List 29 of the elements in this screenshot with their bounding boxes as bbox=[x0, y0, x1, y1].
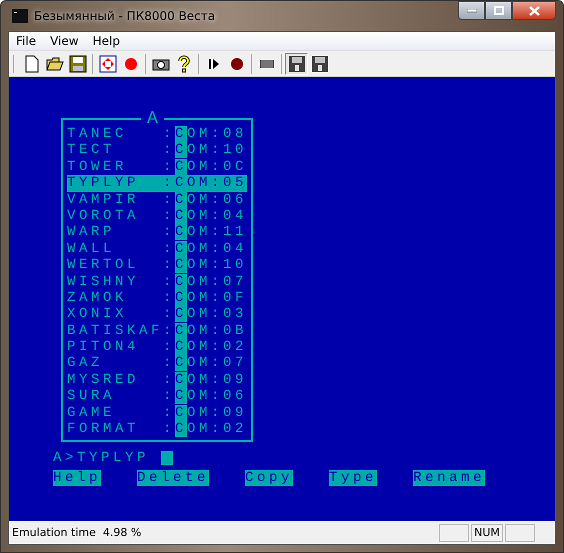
function-key[interactable]: Rename bbox=[413, 470, 486, 486]
menu-item[interactable]: File bbox=[9, 34, 44, 48]
function-key[interactable]: Copy bbox=[245, 470, 294, 486]
status-text: Emulation time 4.98 % bbox=[12, 526, 142, 539]
close-icon bbox=[528, 6, 540, 16]
toolbar-button[interactable] bbox=[285, 52, 308, 74]
command-prompt: A>TYPLYP bbox=[53, 450, 150, 467]
menu-item[interactable]: View bbox=[43, 34, 86, 48]
close-button[interactable] bbox=[512, 1, 556, 20]
minimize-icon bbox=[466, 8, 476, 12]
window-title: Безымянный - ПК8000 Веста bbox=[34, 9, 216, 23]
floppy-icon bbox=[68, 54, 86, 72]
new-file-icon bbox=[22, 54, 40, 72]
minimize-button[interactable] bbox=[458, 1, 485, 20]
arrows-icon bbox=[98, 54, 116, 72]
app-icon bbox=[12, 9, 28, 23]
status-panel bbox=[505, 524, 535, 542]
function-key[interactable]: Delete bbox=[137, 470, 210, 486]
maximize-icon bbox=[494, 6, 504, 15]
drive-icon bbox=[288, 54, 306, 72]
status-panel bbox=[439, 524, 469, 542]
menu-item[interactable]: Help bbox=[86, 34, 127, 48]
drive-icon bbox=[310, 54, 328, 72]
status-indicator: NUM bbox=[471, 524, 503, 542]
folder-icon bbox=[46, 54, 64, 72]
text-cursor bbox=[161, 451, 174, 466]
function-key[interactable]: Type bbox=[329, 470, 378, 486]
function-key[interactable]: Help bbox=[53, 470, 102, 486]
maximize-button[interactable] bbox=[485, 1, 512, 20]
